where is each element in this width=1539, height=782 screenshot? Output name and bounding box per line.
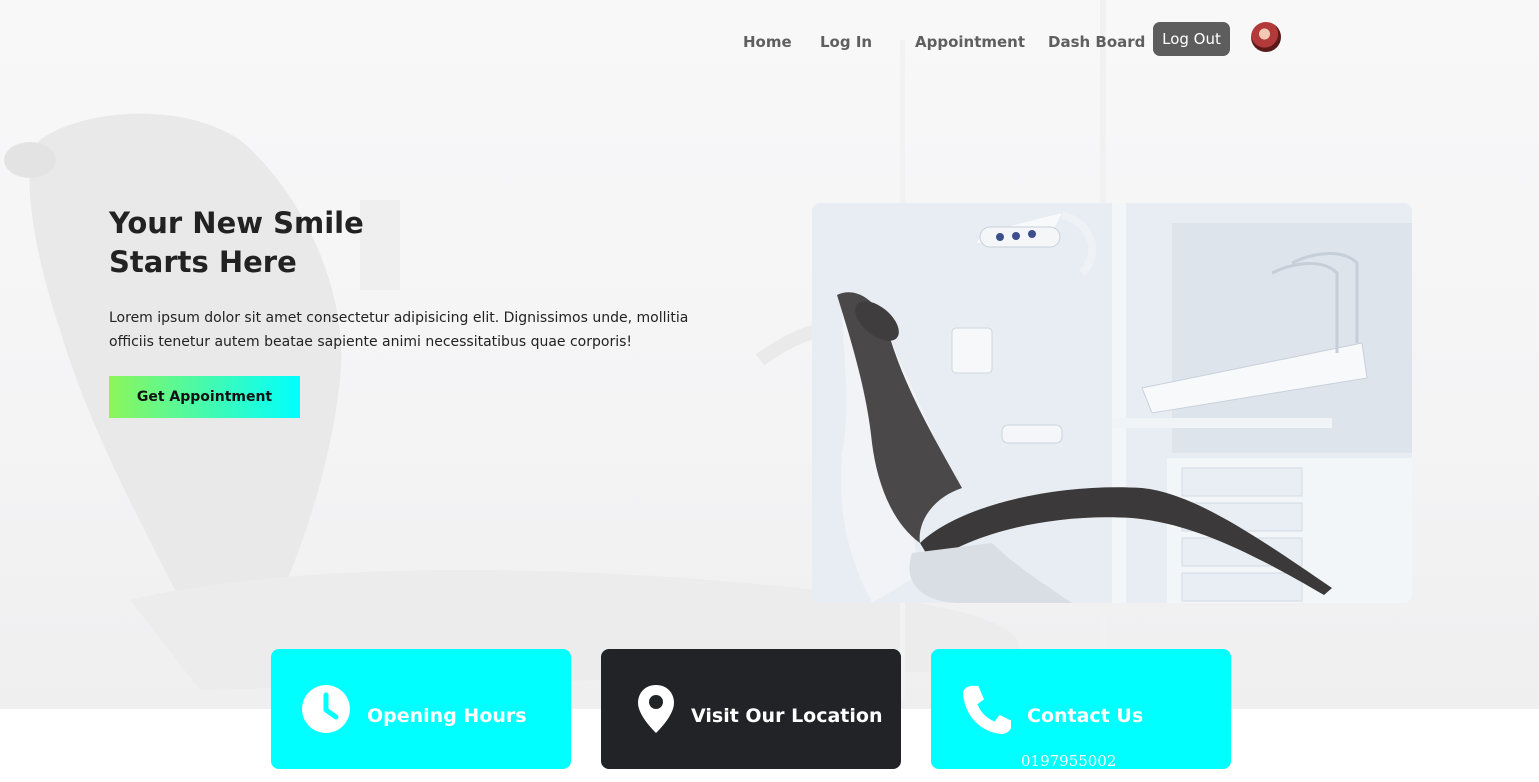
hero-description: Lorem ipsum dolor sit amet consectetur a… xyxy=(109,310,689,350)
visit-location-title: Visit Our Location xyxy=(691,705,883,727)
get-appointment-button[interactable]: Get Appointment xyxy=(109,376,300,418)
top-navigation: Home Log In Appointment Dash Board Log O… xyxy=(0,22,1539,62)
contact-us-card[interactable]: Contact Us 0197955002 xyxy=(931,649,1231,770)
hero-title: Your New Smile Starts Here xyxy=(109,204,509,282)
phone-icon xyxy=(961,684,1011,734)
map-pin-icon xyxy=(631,684,681,734)
nav-dashboard-link[interactable]: Dash Board xyxy=(1048,33,1145,51)
clock-icon xyxy=(301,684,351,734)
contact-us-title: Contact Us xyxy=(1027,705,1144,727)
hero-title-line1: Your New Smile xyxy=(109,206,364,240)
logout-button[interactable]: Log Out xyxy=(1153,22,1230,56)
opening-hours-title: Opening Hours xyxy=(367,705,527,727)
visit-location-card[interactable]: Visit Our Location xyxy=(601,649,901,769)
hero-title-line2: Starts Here xyxy=(109,245,297,279)
nav-login-link[interactable]: Log In xyxy=(820,33,872,51)
contact-phone-number[interactable]: 0197955002 xyxy=(1021,752,1116,770)
user-avatar[interactable] xyxy=(1251,22,1281,52)
opening-hours-card[interactable]: Opening Hours xyxy=(271,649,571,769)
dental-chair-image xyxy=(812,203,1412,603)
nav-home-link[interactable]: Home xyxy=(743,33,792,51)
nav-appointment-link[interactable]: Appointment xyxy=(915,33,1025,51)
